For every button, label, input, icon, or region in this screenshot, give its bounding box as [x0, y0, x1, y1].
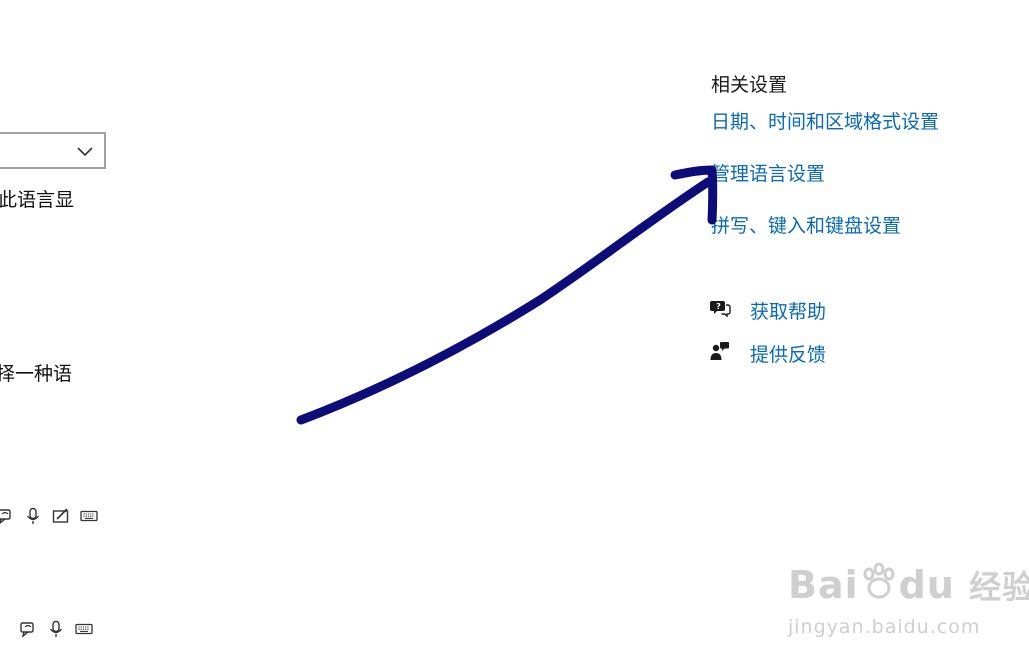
paw-icon: [859, 562, 899, 600]
watermark-url: jingyan.baidu.com: [788, 616, 981, 638]
watermark-logo-a: Bai: [788, 563, 859, 607]
watermark-logo-cn: 经验: [969, 568, 1029, 606]
watermark-logo-b: du: [898, 563, 955, 607]
baidu-watermark: Bai du 经验 jingyan.baidu.com: [788, 552, 1029, 652]
watermark-logo: Bai du 经验: [788, 562, 1029, 608]
settings-window: 此语言显 择一种语 相关设置 日期、时间和区域格式设置 管理语言设置 拼写、键入…: [0, 0, 1029, 663]
